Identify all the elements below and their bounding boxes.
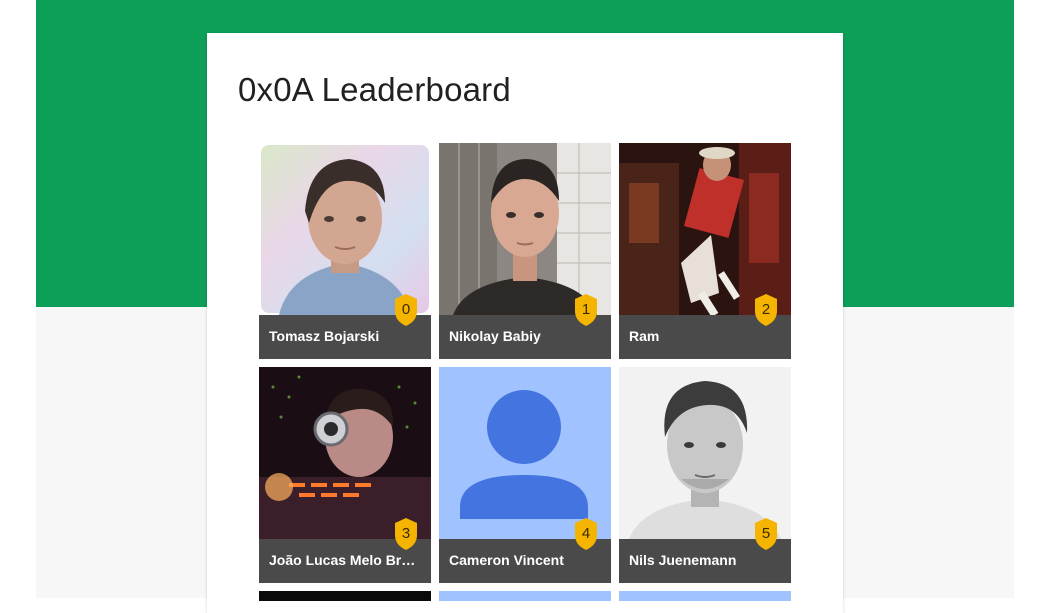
rank-number: 1 [581,301,591,318]
avatar [259,143,431,315]
rank-badge: 0 [393,293,419,327]
player-name: Nils Juenemann [629,552,737,568]
avatar [439,143,611,315]
rank-badge: 3 [393,517,419,551]
player-name: Nikolay Babiy [449,328,541,344]
leaderboard-tile[interactable]: Nikolay Babiy 1 [439,143,611,359]
player-name: Tomasz Bojarski [269,328,380,344]
leaderboard-card: 0x0A Leaderboard Tomasz Bojarski 0 Nikol… [207,33,843,613]
leaderboard-tile[interactable]: Ram 2 [619,143,791,359]
avatar-placeholder [439,367,611,539]
rank-number: 5 [761,525,771,542]
avatar [619,367,791,539]
rank-number: 4 [581,525,591,542]
player-name: Ram [629,328,660,344]
leaderboard-tile-partial[interactable] [439,591,611,601]
rank-badge: 2 [753,293,779,327]
avatar [619,143,791,315]
rank-number: 2 [761,301,771,318]
rank-number: 3 [401,525,411,542]
rank-badge: 1 [573,293,599,327]
leaderboard-tile[interactable]: João Lucas Melo Brasio 3 [259,367,431,583]
leaderboard-tile-partial[interactable] [619,591,791,601]
player-name: Cameron Vincent [449,552,564,568]
leaderboard-tile[interactable]: Cameron Vincent 4 [439,367,611,583]
rank-badge: 4 [573,517,599,551]
leaderboard-tile[interactable]: Tomasz Bojarski 0 [259,143,431,359]
rank-badge: 5 [753,517,779,551]
leaderboard-tile-partial[interactable] [259,591,431,601]
rank-number: 0 [401,301,411,318]
avatar [259,367,431,539]
leaderboard-tile[interactable]: Nils Juenemann 5 [619,367,791,583]
player-name: João Lucas Melo Brasio [269,552,423,568]
page-title: 0x0A Leaderboard [238,71,511,108]
